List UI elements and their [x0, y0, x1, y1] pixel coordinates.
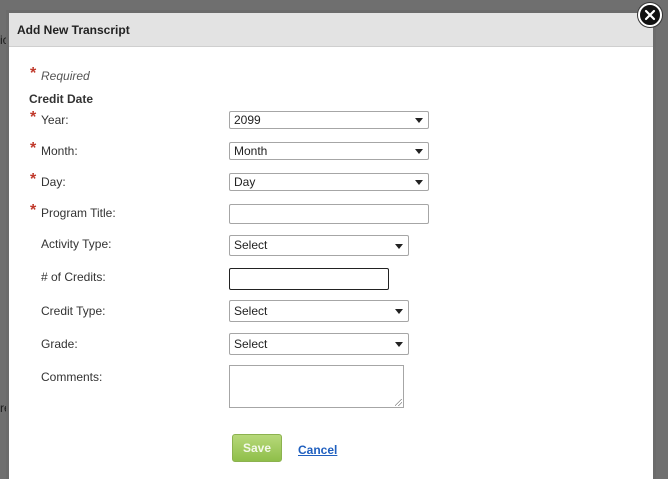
credit-type-select[interactable]: Select — [229, 300, 409, 322]
credit-type-label: Credit Type: — [41, 304, 106, 318]
year-select[interactable]: 2099 — [229, 111, 429, 129]
month-value: Month — [234, 144, 268, 158]
resize-grip-icon[interactable] — [395, 399, 402, 406]
program-title-input[interactable] — [229, 204, 429, 224]
dropdown-arrow-icon — [395, 244, 403, 249]
cancel-link[interactable]: Cancel — [298, 443, 337, 457]
dropdown-arrow-icon — [415, 180, 423, 185]
required-star: * — [30, 109, 37, 126]
required-star: * — [30, 171, 37, 188]
required-star: * — [30, 65, 37, 82]
dialog-header: Add New Transcript — [9, 13, 653, 47]
section-title: Credit Date — [29, 92, 94, 106]
close-button[interactable] — [638, 3, 662, 27]
comments-label: Comments: — [41, 370, 103, 384]
grade-value: Select — [234, 337, 268, 351]
save-button[interactable]: Save — [232, 434, 282, 462]
dropdown-arrow-icon — [395, 309, 403, 314]
credit-type-value: Select — [234, 304, 268, 318]
grade-label: Grade: — [41, 337, 78, 351]
credits-label: # of Credits: — [41, 270, 106, 284]
year-label: Year: — [41, 113, 69, 127]
program-title-label: Program Title: — [41, 206, 116, 220]
dropdown-arrow-icon — [415, 118, 423, 123]
activity-type-select[interactable]: Select — [229, 235, 409, 256]
day-label: Day: — [41, 175, 66, 189]
required-star: * — [30, 202, 37, 219]
month-label: Month: — [41, 144, 78, 158]
month-select[interactable]: Month — [229, 142, 429, 160]
dialog-title: Add New Transcript — [17, 23, 130, 37]
year-value: 2099 — [234, 113, 261, 127]
required-note: Required — [41, 69, 90, 83]
activity-type-label: Activity Type: — [41, 237, 112, 251]
dropdown-arrow-icon — [395, 342, 403, 347]
close-icon — [644, 9, 656, 21]
grade-select[interactable]: Select — [229, 333, 409, 355]
activity-type-value: Select — [234, 238, 268, 252]
dropdown-arrow-icon — [415, 149, 423, 154]
comments-textarea[interactable] — [229, 365, 404, 408]
required-star: * — [30, 140, 37, 157]
day-value: Day — [234, 175, 256, 189]
day-select[interactable]: Day — [229, 173, 429, 191]
credits-input[interactable] — [229, 268, 389, 290]
add-transcript-dialog: Add New Transcript * Required Credit Dat… — [6, 10, 656, 479]
